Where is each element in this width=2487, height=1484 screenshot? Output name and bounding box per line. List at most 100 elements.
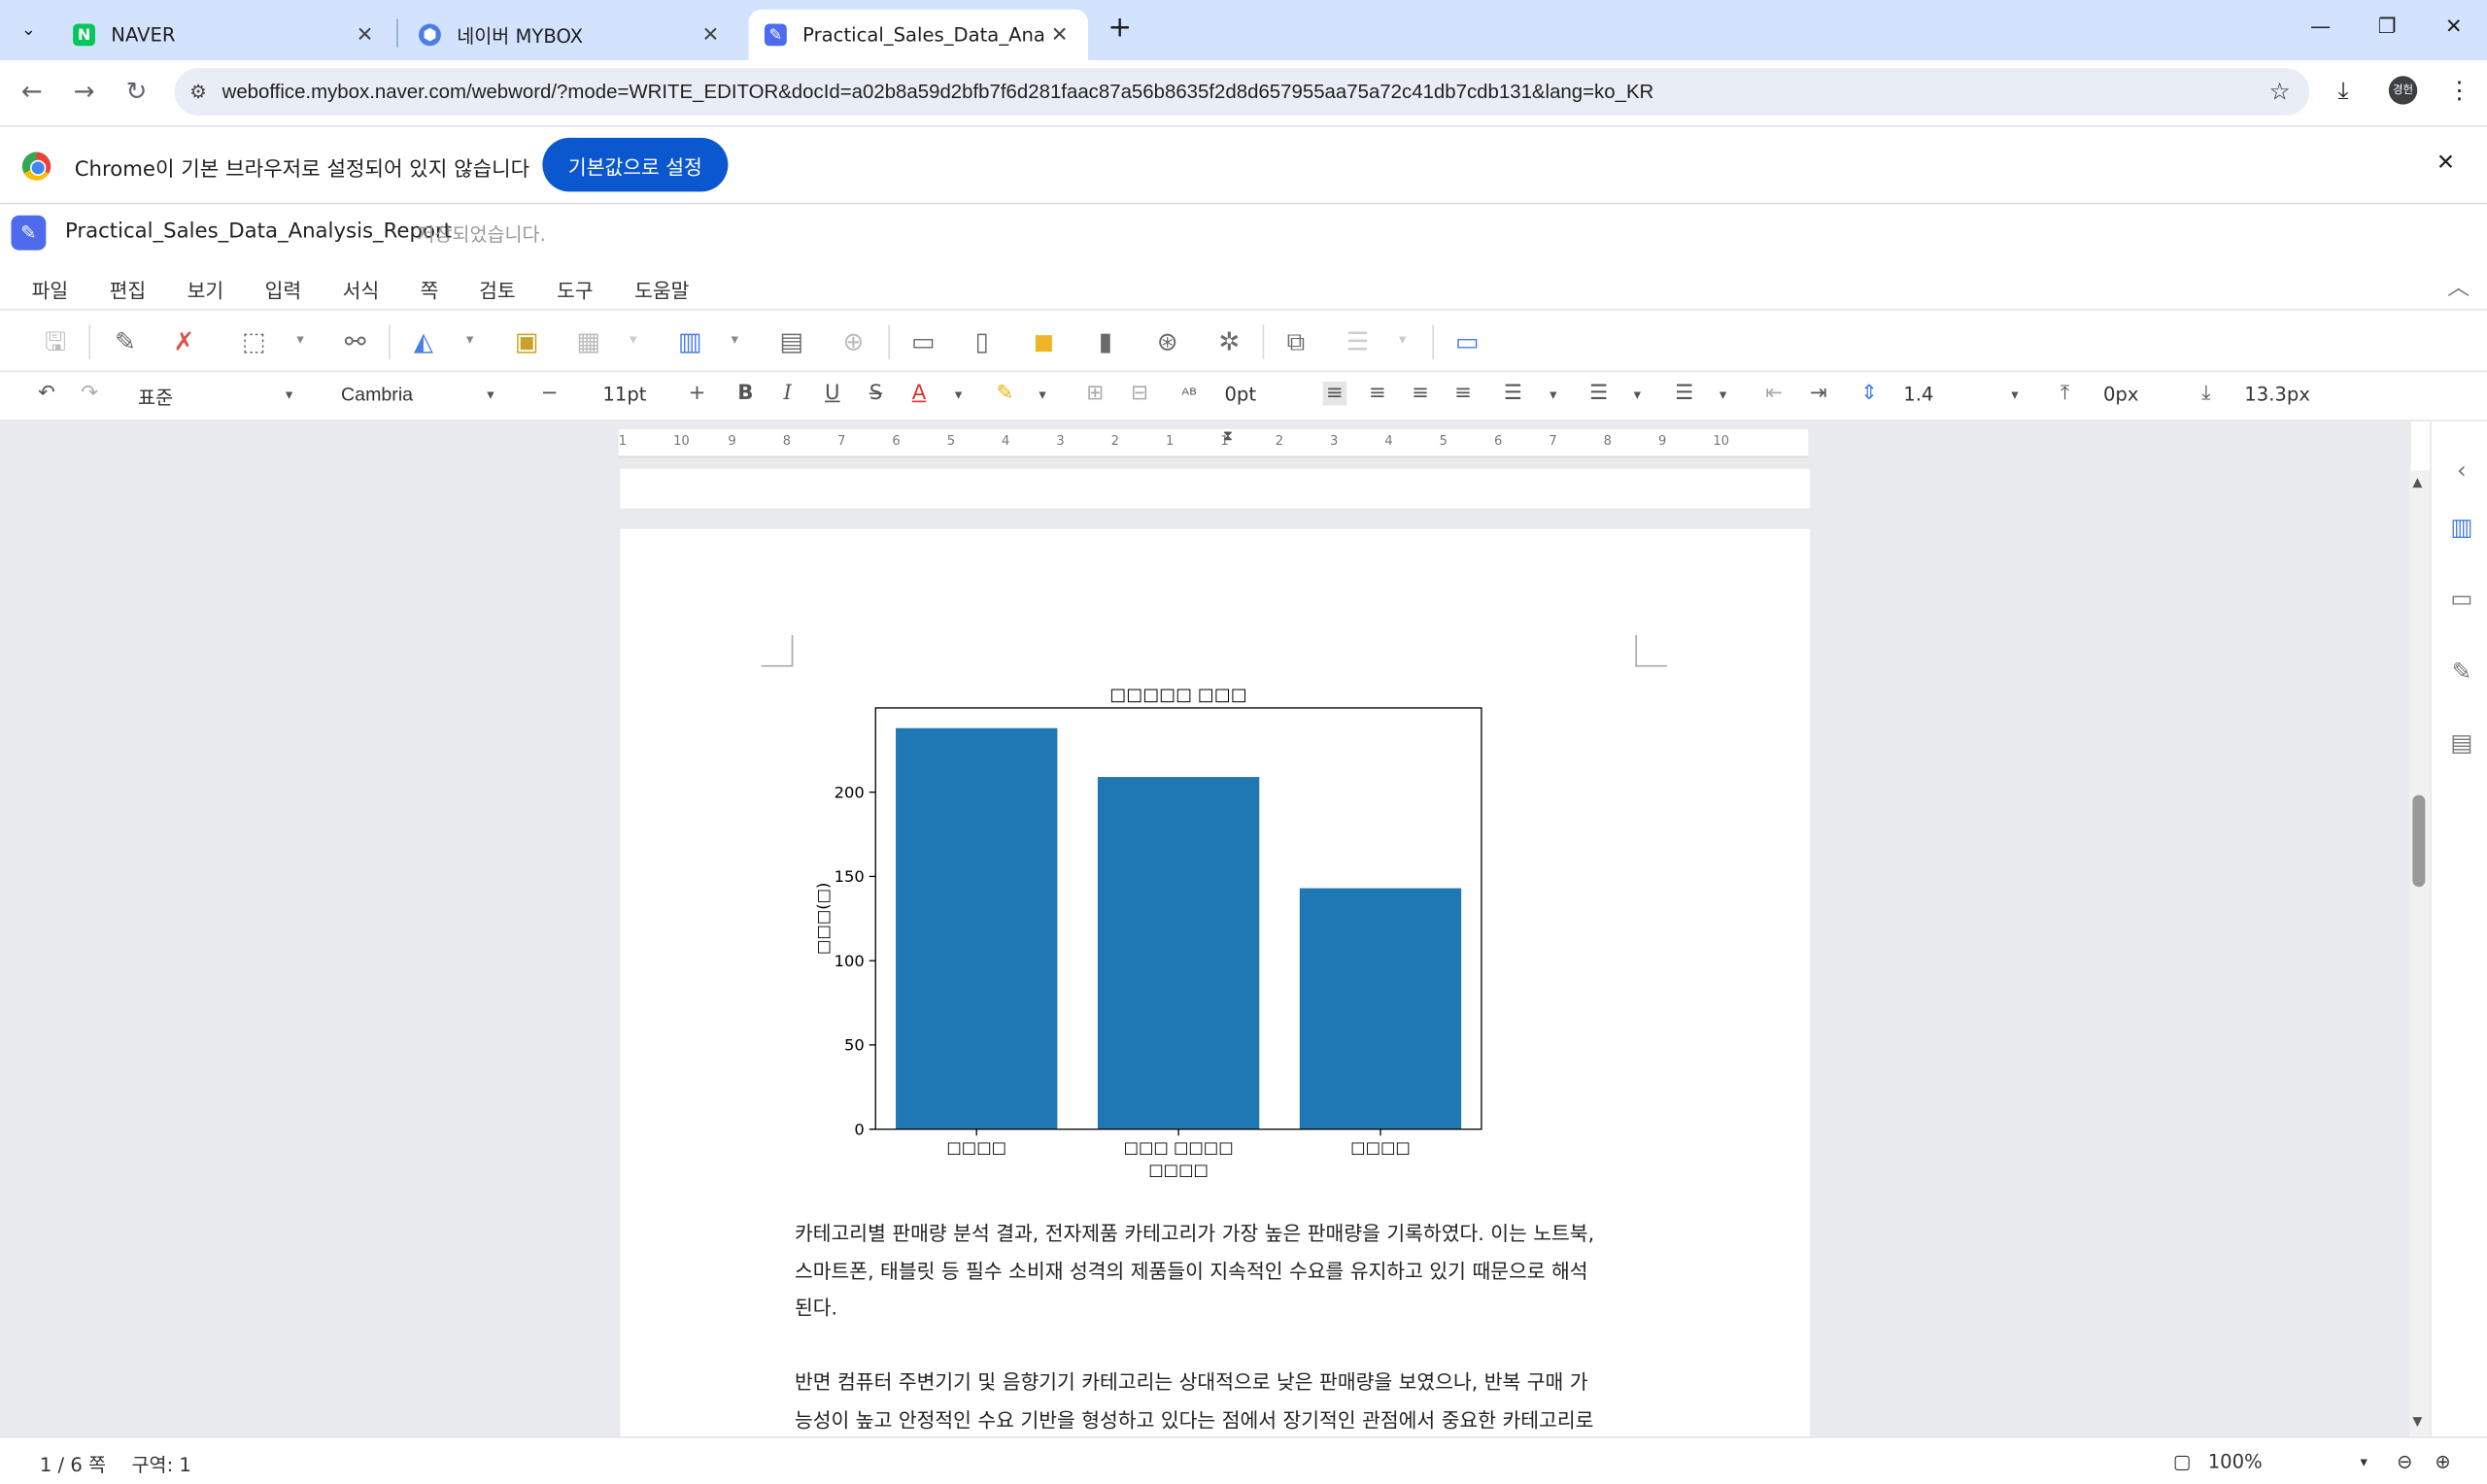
document-page[interactable]: □□□□□ □□□ 0 50 100 150 200 □□□□ □□□ □□□□ □□□□ □□□… <box>620 528 1810 1437</box>
page-layout-icon[interactable]: ⧉ <box>1277 323 1314 361</box>
collapse-ribbon-icon[interactable]: ︿ <box>2447 271 2470 303</box>
indent-marker-icon[interactable]: ⧗ <box>1223 429 1233 445</box>
chevron-down-icon[interactable]: ▾ <box>2360 1456 2367 1471</box>
sidebar-panel-icon[interactable]: ▭ <box>1448 323 1486 361</box>
previous-page-bottom[interactable] <box>620 468 1810 509</box>
align-right-icon[interactable]: ≡ <box>1412 382 1429 405</box>
tab-search-icon[interactable]: ⌄ <box>11 11 46 46</box>
tab-naver[interactable]: N NAVER ✕ <box>57 10 393 60</box>
decrease-font-icon[interactable]: − <box>541 382 559 405</box>
menu-tools[interactable]: 도구 <box>557 274 594 304</box>
select-object-icon[interactable]: ⬚ <box>235 323 273 361</box>
forward-icon[interactable]: → <box>68 76 100 108</box>
tab-close-icon[interactable]: ✕ <box>698 23 723 47</box>
numbered-list-icon[interactable]: ☰ <box>1589 382 1608 405</box>
justify-icon[interactable]: ≡ <box>1454 382 1472 405</box>
page-indicator[interactable]: 1 / 6 쪽 <box>40 1451 106 1478</box>
highlight-icon[interactable]: ✎ <box>996 382 1013 405</box>
window-close-icon[interactable]: ✕ <box>2437 13 2470 45</box>
set-default-button[interactable]: 기본값으로 설정 <box>542 137 729 192</box>
align-left-icon[interactable]: ≡ <box>1322 381 1347 406</box>
space-after-icon[interactable]: ⤓ <box>2201 382 2210 405</box>
columns-icon[interactable]: ☰ <box>1339 323 1377 361</box>
download-icon[interactable]: ⤓ <box>2338 76 2349 104</box>
chevron-down-icon[interactable]: ▾ <box>1634 388 1641 404</box>
menu-edit[interactable]: 편집 <box>110 274 147 304</box>
edit-document-icon[interactable]: ✎ <box>106 323 144 361</box>
increase-indent-icon[interactable]: ⇥ <box>1810 382 1827 405</box>
chevron-down-icon[interactable]: ▾ <box>1039 388 1045 404</box>
tab-close-icon[interactable]: ✕ <box>352 23 377 47</box>
profile-avatar[interactable]: 경헌 <box>2388 76 2418 105</box>
horizontal-ruler[interactable]: 1 10 9 8 7 6 5 4 3 2 1 1 2 3 4 5 6 7 8 9 10 ⧗ <box>618 428 1809 458</box>
special-char-icon[interactable]: ✲ <box>1210 323 1248 361</box>
chevron-down-icon[interactable]: ▾ <box>630 332 636 348</box>
strikethrough-icon[interactable]: S <box>869 382 882 405</box>
edit-panel-icon[interactable]: ✎ <box>2446 658 2478 690</box>
vertical-scrollbar[interactable]: ▲ ▼ <box>2409 470 2431 1437</box>
chart-panel-icon[interactable]: ▥ <box>2446 513 2478 545</box>
space-before-input[interactable]: 0px <box>2103 384 2139 406</box>
url-text[interactable]: weboffice.mybox.naver.com/webword/?mode=… <box>222 81 1654 103</box>
clear-format-icon[interactable]: ✗ <box>165 323 203 361</box>
minimize-icon[interactable]: — <box>2304 13 2336 45</box>
menu-page[interactable]: 쪽 <box>421 274 439 304</box>
chevron-down-icon[interactable]: ▾ <box>1720 388 1726 404</box>
chevron-down-icon[interactable]: ▾ <box>2011 388 2018 404</box>
menu-format[interactable]: 서식 <box>343 274 380 304</box>
site-info-icon[interactable]: ⚙ <box>175 81 222 103</box>
footnote-icon[interactable]: ▯ <box>963 323 1001 361</box>
redo-icon[interactable]: ↷ <box>81 382 98 405</box>
paragraph-category-analysis[interactable]: 카테고리별 판매량 분석 결과, 전자제품 카테고리가 가장 높은 판매량을 기… <box>795 1215 1652 1327</box>
char-spacing-icon[interactable]: ᴬᴮ <box>1181 385 1197 405</box>
font-size-input[interactable]: 11pt <box>602 384 646 406</box>
address-bar[interactable]: ⚙ weboffice.mybox.naver.com/webword/?mod… <box>174 68 2310 117</box>
italic-icon[interactable]: I <box>784 382 792 405</box>
shapes-icon[interactable]: ◭ <box>404 323 442 361</box>
menu-review[interactable]: 검토 <box>479 274 516 304</box>
scroll-thumb[interactable] <box>2412 794 2426 888</box>
bookmark-icon[interactable]: ▮ <box>1086 323 1124 361</box>
bookmark-star-icon[interactable]: ☆ <box>2269 78 2291 106</box>
char-spacing-input[interactable]: 0pt <box>1224 384 1256 406</box>
line-spacing-input[interactable]: 1.4 <box>1903 384 1933 406</box>
chevron-down-icon[interactable]: ▾ <box>955 388 962 404</box>
comment-panel-icon[interactable]: ▤ <box>2446 728 2478 760</box>
memo-icon[interactable]: ◼ <box>1025 323 1063 361</box>
chevron-down-icon[interactable]: ▾ <box>296 332 303 348</box>
paragraph-style-select[interactable]: 표준 <box>138 384 173 411</box>
space-after-input[interactable]: 13.3px <box>2244 384 2310 406</box>
font-family-select[interactable]: Cambria <box>341 384 413 406</box>
chevron-down-icon[interactable]: ▾ <box>1550 388 1556 404</box>
sales-bar-chart[interactable]: □□□□□ □□□ 0 50 100 150 200 □□□□ □□□ □□□□ □□□□ □□□… <box>795 680 1492 1187</box>
chevron-down-icon[interactable]: ▾ <box>286 388 292 404</box>
tab-active-document[interactable]: ✎ Practical_Sales_Data_Analysis_R ✕ <box>748 9 1089 60</box>
bullet-list-icon[interactable]: ☰ <box>1504 382 1522 405</box>
tab-close-icon[interactable]: ✕ <box>1047 23 1073 47</box>
underline-icon[interactable]: U <box>825 382 840 405</box>
paragraph-peripheral-analysis[interactable]: 반면 컴퓨터 주변기기 및 음향기기 카테고리는 상대적으로 낮은 판매량을 보… <box>795 1364 1652 1436</box>
collapse-panel-icon[interactable]: ‹ <box>2446 456 2478 489</box>
insert-link-icon[interactable]: ⊕ <box>835 323 872 361</box>
restore-icon[interactable]: ❐ <box>2371 13 2403 45</box>
menu-file[interactable]: 파일 <box>32 274 69 304</box>
header-footer-icon[interactable]: ▭ <box>904 323 942 361</box>
scroll-down-icon[interactable]: ▼ <box>2412 1414 2422 1429</box>
multilevel-list-icon[interactable]: ☰ <box>1675 382 1693 405</box>
undo-icon[interactable]: ↶ <box>38 382 55 405</box>
new-tab-button[interactable]: + <box>1104 12 1136 45</box>
chevron-down-icon[interactable]: ▾ <box>1399 332 1406 348</box>
text-color-icon[interactable]: A <box>912 382 927 405</box>
zoom-in-icon[interactable]: ⊕ <box>2435 1451 2450 1473</box>
chevron-down-icon[interactable]: ▾ <box>732 332 738 348</box>
increase-font-icon[interactable]: + <box>689 382 706 405</box>
reload-icon[interactable]: ↻ <box>120 76 153 108</box>
chevron-down-icon[interactable]: ▾ <box>466 332 473 348</box>
tab-mybox[interactable]: ⬢ 네이버 MYBOX ✕ <box>403 10 739 60</box>
document-canvas[interactable]: 1 10 9 8 7 6 5 4 3 2 1 1 2 3 4 5 6 7 8 9 10 ⧗ □□□□□ □□□ 0 50 10… <box>0 421 2411 1437</box>
fit-page-icon[interactable]: ▢ <box>2173 1451 2192 1473</box>
align-center-icon[interactable]: ≡ <box>1369 382 1386 405</box>
menu-insert[interactable]: 입력 <box>265 274 302 304</box>
zoom-level[interactable]: 100% <box>2208 1451 2263 1473</box>
space-before-icon[interactable]: ⤒ <box>2061 382 2069 405</box>
